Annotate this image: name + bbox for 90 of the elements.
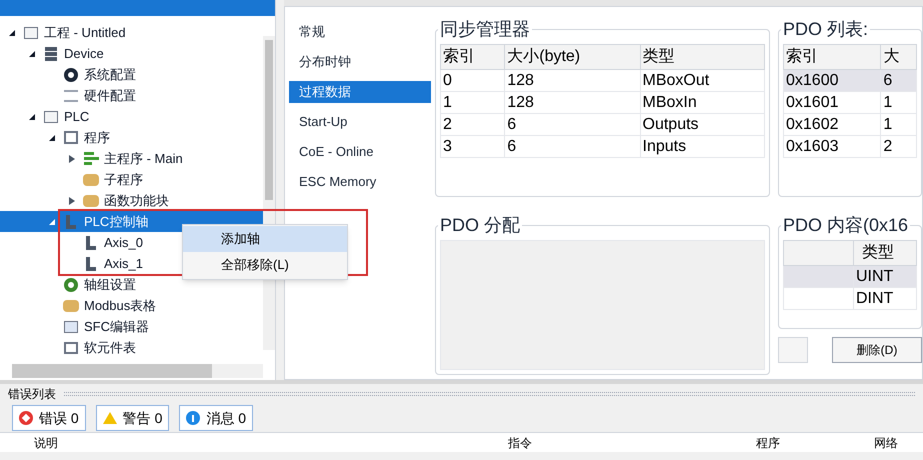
expanded-arrow-icon[interactable] <box>9 30 15 36</box>
expanded-arrow-icon[interactable] <box>29 114 35 120</box>
axis-icon <box>86 256 96 270</box>
tree-item[interactable]: 主程序 - Main <box>0 148 263 169</box>
table-cell: Inputs <box>640 136 764 158</box>
folder-icon <box>83 174 99 186</box>
table-cell: DINT <box>854 288 916 310</box>
table-row[interactable]: 0x1600 6 <box>784 70 916 92</box>
column-header[interactable]: 类型 <box>854 240 916 266</box>
table-cell: 2 <box>440 114 505 136</box>
table-cell: 1 <box>880 92 916 114</box>
tree-item[interactable]: 工程 - Untitled <box>0 22 263 43</box>
filter-button[interactable]: 错误 0 <box>12 405 86 431</box>
nav-item[interactable]: CoE - Online <box>289 141 431 163</box>
filter-button[interactable]: 消息 0 <box>179 405 254 431</box>
collapsed-arrow-icon[interactable] <box>69 196 75 204</box>
nav-item[interactable]: Start-Up <box>289 111 431 133</box>
tree-item[interactable]: 程序 <box>0 127 263 148</box>
table-cell: 0 <box>440 70 505 92</box>
axis-icon <box>66 214 76 228</box>
horizontal-scrollbar[interactable] <box>12 364 263 378</box>
delete-button[interactable]: 删除(D) <box>832 337 922 363</box>
column-header[interactable]: 索引 <box>440 44 505 70</box>
nav-item[interactable]: 常规 <box>289 21 431 43</box>
plc-icon <box>44 110 58 122</box>
project-icon <box>24 26 38 38</box>
column-header[interactable]: 说明 <box>0 434 508 452</box>
table-cell: Outputs <box>640 114 764 136</box>
column-header[interactable]: 类型 <box>640 44 764 70</box>
table-cell: 6 <box>504 114 640 136</box>
table-cell: 0x1601 <box>784 92 881 114</box>
expanded-arrow-icon[interactable] <box>49 134 55 140</box>
error-icon <box>19 411 33 425</box>
table-icon <box>64 342 78 354</box>
group-title: PDO 列表: <box>781 18 870 40</box>
tree-item[interactable]: SFC编辑器 <box>0 316 263 337</box>
table-cell: UINT <box>854 266 916 288</box>
tree-item[interactable]: 子程序 <box>0 169 263 190</box>
table-row[interactable]: UINT <box>784 266 916 288</box>
table-cell: 0x1602 <box>784 114 881 136</box>
nav-item[interactable]: ESC Memory <box>289 171 431 193</box>
flow-icon <box>84 152 98 165</box>
table-cell: 1 <box>440 92 505 114</box>
folder-icon <box>63 300 79 312</box>
nav-item[interactable]: 分布时钟 <box>289 51 431 73</box>
table-cell: 128 <box>504 70 640 92</box>
table-cell: 0x1603 <box>784 136 881 158</box>
tree-item[interactable]: 硬件配置 <box>0 85 263 106</box>
sfc-icon <box>64 320 78 332</box>
column-header[interactable]: 大小(byte) <box>504 44 640 70</box>
table-cell: 128 <box>504 92 640 114</box>
axis-icon <box>86 236 96 250</box>
tree-item[interactable]: 函数功能块 <box>0 190 263 211</box>
server-icon <box>45 46 57 60</box>
group-title: 同步管理器 <box>438 18 532 40</box>
column-header[interactable]: 指令 <box>508 434 756 452</box>
column-header[interactable]: 大 <box>880 44 916 70</box>
column-header[interactable]: 程序 <box>756 434 874 452</box>
table-cell: MBoxOut <box>640 70 764 92</box>
table-cell: 0x1600 <box>784 70 881 92</box>
menu-item[interactable]: 添加轴 <box>183 226 347 252</box>
tree-item[interactable]: Modbus表格 <box>0 295 263 316</box>
info-icon <box>186 411 200 425</box>
tree-item[interactable]: PLC <box>0 106 263 127</box>
table-cell: 6 <box>880 70 916 92</box>
gear-icon <box>64 68 78 82</box>
table-cell: MBoxIn <box>640 92 764 114</box>
table-row[interactable]: 0x1602 1 <box>784 114 916 136</box>
panel-title: 错误列表 <box>8 386 56 403</box>
column-header[interactable]: 索引 <box>784 44 881 70</box>
table-cell: 6 <box>504 136 640 158</box>
group-title: PDO 分配 <box>438 214 522 236</box>
tree-item[interactable]: Device <box>0 43 263 64</box>
table-cell: 2 <box>880 136 916 158</box>
nav-item[interactable]: 过程数据 <box>289 81 431 103</box>
tree-item[interactable]: 软元件表 <box>0 337 263 358</box>
list-icon <box>64 131 78 144</box>
column-header[interactable]: 网络 <box>874 434 923 452</box>
expanded-arrow-icon[interactable] <box>29 50 35 56</box>
filter-button[interactable]: 警告 0 <box>96 405 170 431</box>
gear-icon <box>64 278 78 292</box>
collapsed-arrow-icon[interactable] <box>69 154 75 162</box>
table-row[interactable]: 0x1603 2 <box>784 136 916 158</box>
tree-item[interactable]: 系统配置 <box>0 64 263 85</box>
group-title: PDO 内容(0x16 <box>781 214 910 236</box>
table-row[interactable]: 0x1601 1 <box>784 92 916 114</box>
folder-icon <box>83 194 99 206</box>
table-cell: 3 <box>440 136 505 158</box>
table-cell: 1 <box>880 114 916 136</box>
hardware-icon <box>64 90 78 102</box>
